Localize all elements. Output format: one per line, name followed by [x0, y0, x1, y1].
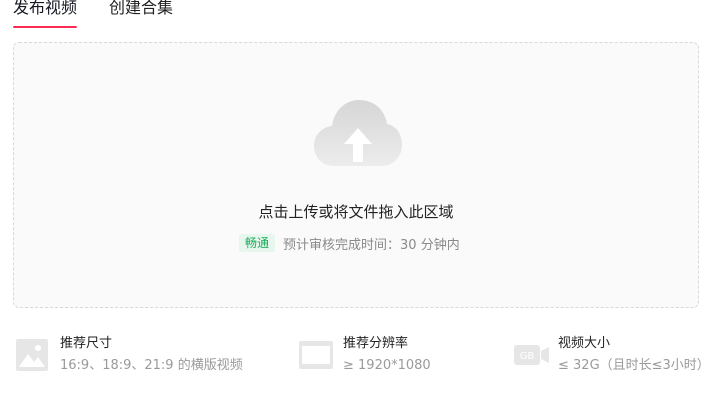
screen-icon [299, 341, 333, 369]
tab-create-collection[interactable]: 创建合集 [109, 0, 173, 18]
active-tab-indicator [13, 26, 77, 28]
spec-desc: ≤ 32G（且时长≤3小时） [558, 358, 710, 373]
tab-bar: 发布视频 创建合集 [0, 0, 727, 32]
spec-title: 视频大小 [558, 336, 611, 351]
review-time-note: 预计审核完成时间：30 分钟内 [283, 237, 460, 253]
upload-dropzone[interactable]: 点击上传或将文件拖入此区域 畅通 预计审核完成时间：30 分钟内 [13, 42, 699, 308]
spec-video-size: GB 视频大小 ≤ 32G（且时长≤3小时） [514, 335, 724, 375]
spec-desc: ≥ 1920*1080 [343, 358, 431, 373]
file-size-icon-text: GB [520, 351, 535, 362]
spec-title: 推荐分辨率 [343, 336, 409, 351]
spec-title: 推荐尺寸 [60, 336, 113, 351]
cloud-upload-icon [314, 100, 402, 166]
spec-recommended-size: 推荐尺寸 16:9、18:9、21:9 的横版视频 [16, 335, 276, 375]
upload-title: 点击上传或将文件拖入此区域 [258, 203, 454, 221]
spec-desc: 16:9、18:9、21:9 的横版视频 [60, 358, 243, 373]
image-icon [16, 339, 48, 371]
spec-recommended-resolution: 推荐分辨率 ≥ 1920*1080 [299, 335, 499, 375]
tab-publish-video[interactable]: 发布视频 [13, 0, 77, 18]
status-badge: 畅通 [239, 234, 276, 252]
upload-status: 畅通 预计审核完成时间：30 分钟内 [239, 233, 460, 253]
file-size-icon: GB [514, 345, 549, 365]
